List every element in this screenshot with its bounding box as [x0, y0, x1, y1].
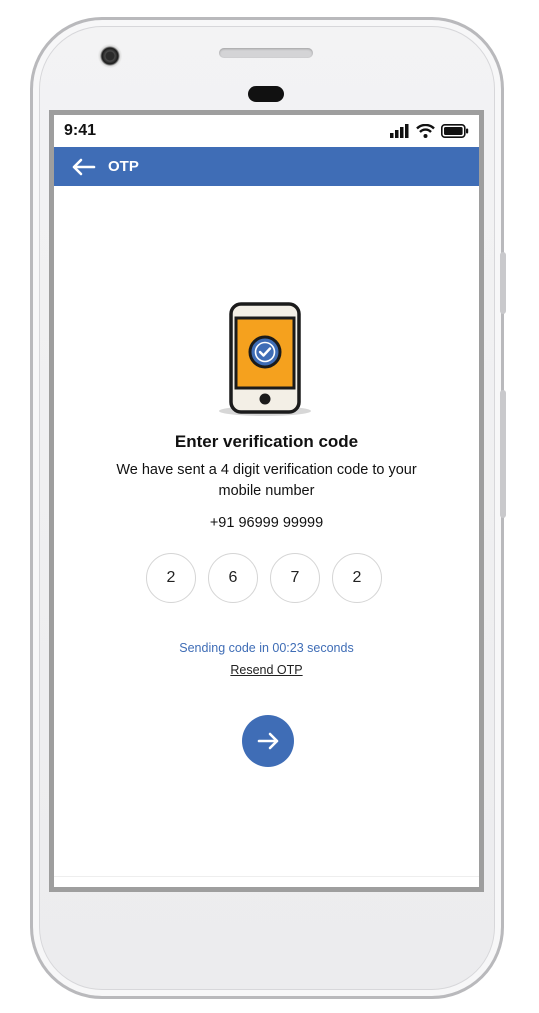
otp-digit-4[interactable]: 2 [332, 553, 382, 603]
resend-otp-wrapper: Resend OTP [54, 663, 479, 677]
otp-input-group: 2 6 7 2 [146, 553, 382, 603]
arrow-left-icon[interactable] [70, 157, 96, 177]
status-icons [390, 124, 469, 138]
resend-timer: Sending code in 00:23 seconds [179, 641, 354, 655]
otp-digit-2[interactable]: 6 [208, 553, 258, 603]
app-bar: OTP [54, 147, 479, 186]
status-time: 9:41 [64, 122, 97, 139]
otp-heading: Enter verification code [174, 432, 359, 451]
status-bar: 9:41 [54, 115, 479, 147]
proximity-sensor [248, 86, 284, 102]
screen: 9:41 OTP Enter verification code We have… [49, 110, 484, 892]
smartphone-check-icon [219, 302, 311, 416]
screen-bottom-divider [54, 876, 479, 887]
earpiece-speaker [219, 48, 313, 58]
wifi-icon [416, 124, 435, 138]
power-button [500, 390, 506, 518]
resend-otp-link[interactable]: Resend OTP [230, 663, 302, 677]
battery-icon [441, 124, 469, 138]
page-title: OTP [108, 158, 139, 175]
volume-button [500, 252, 506, 314]
next-button[interactable] [242, 715, 294, 767]
arrow-right-icon [257, 732, 279, 750]
front-camera [98, 44, 122, 68]
otp-digit-1[interactable]: 2 [146, 553, 196, 603]
otp-digit-3[interactable]: 7 [270, 553, 320, 603]
phone-number: +91 96999 99999 [209, 515, 324, 531]
signal-icon [390, 124, 409, 138]
otp-description: We have sent a 4 digit verification code… [116, 462, 417, 499]
